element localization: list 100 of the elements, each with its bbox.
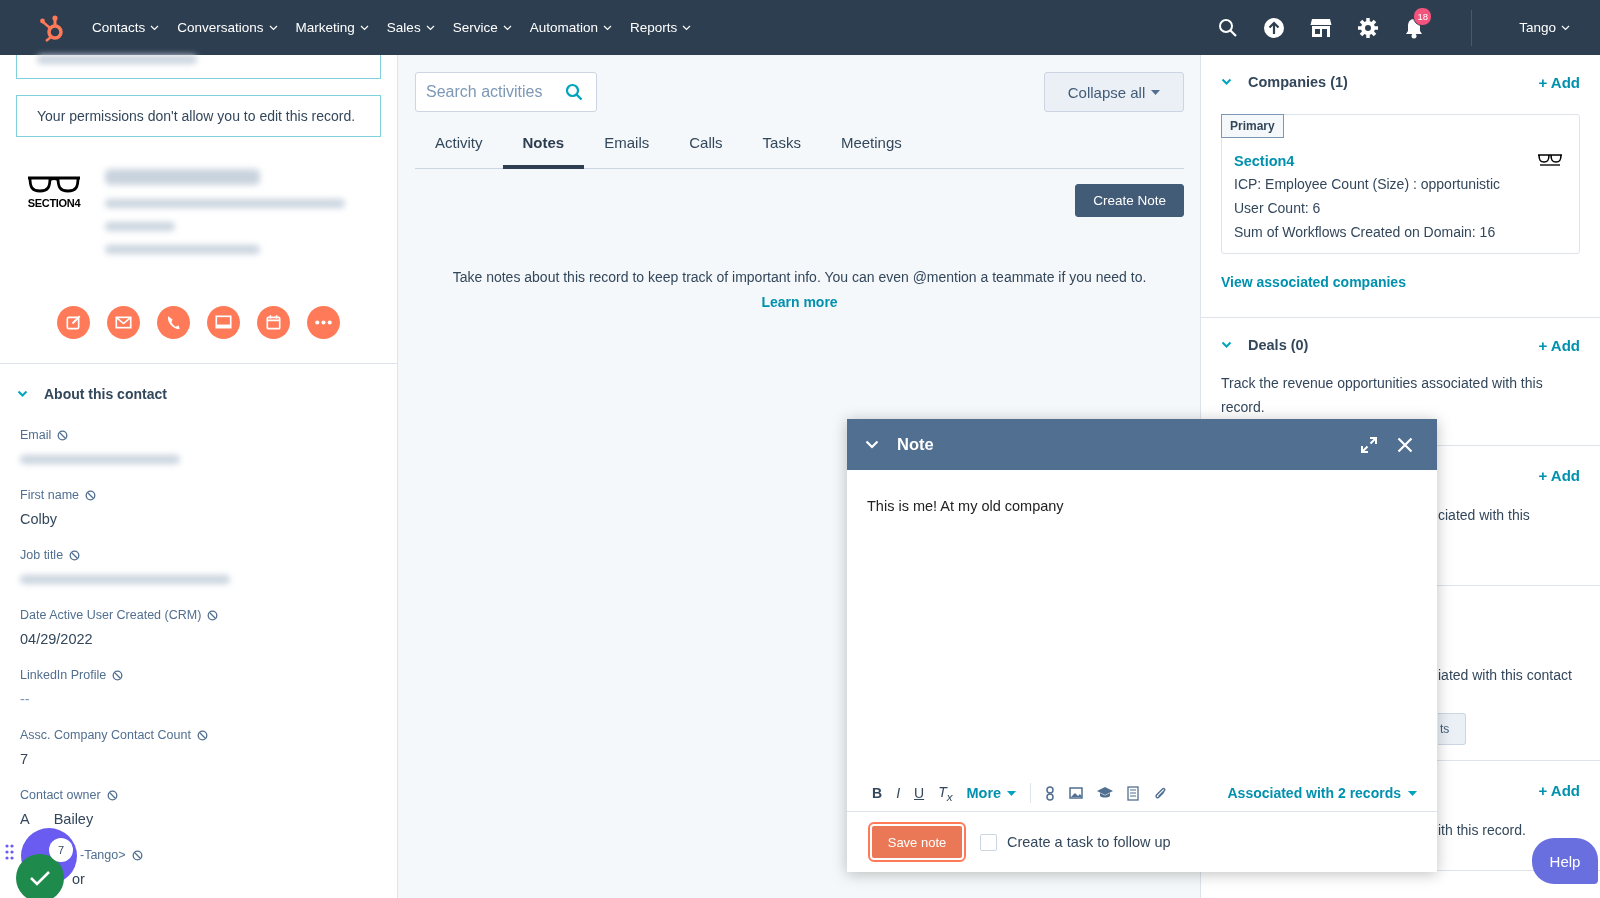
no-edit-icon — [69, 549, 81, 561]
nav-menu-item[interactable]: Contacts — [92, 20, 160, 35]
caret-icon — [425, 24, 435, 31]
company-name-link[interactable]: Section4 — [1234, 153, 1501, 169]
field-value: Bailey — [53, 811, 94, 827]
image-icon[interactable] — [1069, 787, 1084, 799]
nav-menu-item[interactable]: Sales — [386, 20, 435, 35]
note-edit-icon[interactable] — [57, 306, 90, 339]
document-icon[interactable] — [1127, 785, 1140, 801]
no-edit-icon — [196, 729, 208, 741]
email-icon[interactable] — [107, 306, 140, 339]
field-value: Colby — [20, 511, 58, 527]
user-menu[interactable]: Tango — [1519, 20, 1570, 35]
chevron-icon[interactable] — [1221, 341, 1232, 349]
section-description: iated with this contact — [1438, 667, 1573, 683]
no-edit-icon — [131, 849, 143, 861]
field-value: A — [20, 811, 30, 827]
more-dropdown[interactable]: More — [966, 785, 1017, 801]
field-label: LinkedIn Profile — [20, 668, 107, 682]
field-label: Email — [20, 428, 52, 442]
drag-handle-icon[interactable] — [5, 844, 14, 860]
more-options-icon[interactable] — [307, 306, 340, 339]
graduation-cap-icon[interactable] — [1097, 787, 1114, 799]
note-text-area[interactable]: This is me! At my old company — [847, 470, 1437, 775]
link-icon[interactable] — [1045, 785, 1056, 801]
add-link[interactable]: + Add — [1538, 336, 1580, 354]
permissions-notice: Your permissions don't allow you to edit this record. — [16, 95, 381, 137]
add-link[interactable]: + Add — [1538, 467, 1580, 487]
nav-menu-item[interactable]: Marketing — [295, 20, 369, 35]
section-title[interactable]: About this contact — [44, 386, 167, 402]
activity-tab[interactable]: Tasks — [742, 126, 821, 169]
glasses-logo-icon — [1537, 153, 1563, 167]
sprocket-logo-icon[interactable] — [39, 13, 65, 42]
add-link[interactable]: + Add — [1538, 73, 1580, 91]
no-edit-icon — [57, 429, 69, 441]
nav-menu-item[interactable]: Conversations — [177, 20, 278, 35]
field-value: -- — [20, 691, 30, 707]
nav-menu-item[interactable]: Automation — [529, 20, 612, 35]
format-button[interactable]: B — [872, 785, 883, 801]
no-edit-icon — [85, 489, 97, 501]
section-description: ith this record. — [1438, 822, 1527, 838]
field-value: 7 — [20, 751, 29, 767]
caret-icon — [502, 24, 512, 31]
section-title[interactable]: Companies (1) — [1248, 74, 1348, 90]
section-button[interactable]: ts — [1438, 713, 1466, 745]
no-edit-icon — [112, 669, 124, 681]
screen-icon[interactable] — [207, 306, 240, 339]
paperclip-icon[interactable] — [1153, 785, 1168, 801]
view-companies-link[interactable]: View associated companies — [1221, 274, 1406, 290]
caret-icon — [602, 24, 612, 31]
caret-icon — [682, 24, 692, 31]
format-button[interactable]: I — [896, 785, 900, 801]
field-label: Date Active User Created (CRM) — [20, 608, 202, 622]
company-property: ICP: Employee Count (Size) : opportunistic — [1234, 175, 1501, 193]
format-button[interactable]: U — [914, 785, 925, 801]
primary-tag: Primary — [1221, 114, 1284, 138]
field-value: 04/29/2022 — [20, 631, 93, 647]
field-label: Assc. Company Contact Count — [20, 728, 191, 742]
activity-tab[interactable]: Activity — [415, 126, 503, 169]
add-link[interactable]: + Add — [1538, 782, 1580, 802]
caret-icon — [1151, 89, 1161, 95]
activity-tab[interactable]: Meetings — [820, 126, 922, 169]
activity-tab[interactable]: Notes — [502, 126, 585, 169]
collapse-all-button[interactable]: Collapse all — [1044, 72, 1184, 112]
caret-icon — [1561, 24, 1570, 31]
company-logo: SECTION4 — [25, 175, 83, 211]
help-button[interactable]: Help — [1532, 838, 1598, 884]
associated-records-dropdown[interactable]: Associated with 2 records — [1227, 785, 1417, 801]
field-value: or — [72, 871, 85, 887]
nav-menu-item[interactable]: Reports — [629, 20, 692, 35]
settings-icon[interactable] — [1357, 16, 1380, 39]
activity-tab[interactable]: Emails — [584, 126, 670, 169]
caret-icon — [268, 24, 278, 31]
activity-tab[interactable]: Calls — [669, 126, 743, 169]
phone-icon[interactable] — [157, 306, 190, 339]
notes-empty-message: Take notes about this record to keep track of important info. You can even @mention a teammate if you need to. Learn more — [451, 268, 1148, 312]
deals-description: Track the revenue opportunities associated with this record. — [1221, 374, 1544, 417]
create-note-button[interactable]: Create Note — [1075, 184, 1184, 217]
chevron-icon[interactable] — [17, 390, 28, 398]
chevron-icon[interactable] — [1221, 78, 1232, 86]
caret-icon — [150, 24, 160, 31]
search-icon[interactable] — [1218, 17, 1239, 38]
close-icon[interactable] — [1397, 436, 1413, 453]
calendar-icon[interactable] — [257, 306, 290, 339]
company-property: Sum of Workflows Created on Domain: 16 — [1234, 223, 1497, 241]
caret-icon — [359, 24, 369, 31]
no-edit-icon — [207, 609, 219, 621]
field-label: -Tango> — [80, 848, 126, 862]
format-button[interactable]: T$_{x}$ — [938, 783, 953, 803]
caret-icon — [1007, 790, 1017, 796]
follow-up-checkbox[interactable] — [980, 833, 997, 851]
section-description: ciated with this — [1438, 507, 1531, 523]
company-property: User Count: 6 — [1234, 199, 1322, 217]
section-title[interactable]: Deals (0) — [1248, 337, 1309, 353]
store-icon[interactable] — [1310, 17, 1333, 38]
notification-count: 18 — [1413, 6, 1433, 26]
nav-menu-item[interactable]: Service — [452, 20, 512, 35]
expand-icon[interactable] — [1361, 436, 1377, 453]
search-field[interactable]: Search activities — [415, 72, 597, 112]
no-edit-icon — [106, 789, 118, 801]
